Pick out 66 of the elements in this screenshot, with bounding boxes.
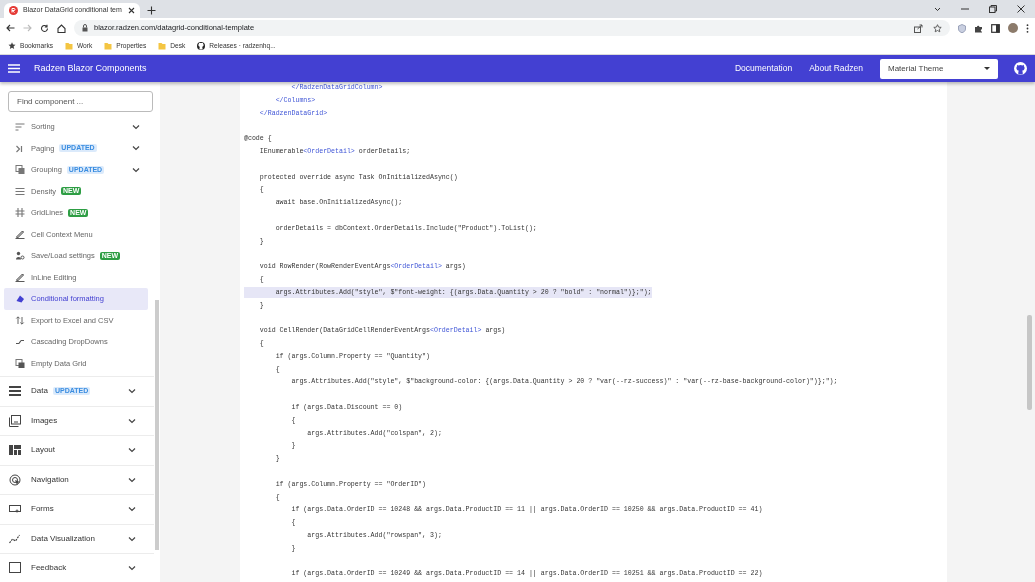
- chevron-down-icon[interactable]: [934, 6, 941, 12]
- form-icon: [9, 503, 21, 516]
- pager-icon: [15, 143, 25, 153]
- puzzle-icon[interactable]: [974, 23, 983, 33]
- github-icon: [197, 42, 206, 50]
- theme-select[interactable]: Material Theme: [880, 58, 998, 79]
- side-panel-icon[interactable]: [991, 23, 1000, 33]
- chevron-down-icon: [128, 388, 136, 395]
- nav-link[interactable]: Documentation: [734, 62, 793, 75]
- swap-icon: [15, 315, 25, 325]
- folder-icon: [158, 42, 167, 50]
- reload-icon[interactable]: [40, 23, 49, 33]
- close-icon[interactable]: [1017, 5, 1025, 13]
- paint-icon: [15, 294, 25, 304]
- pen-icon: [15, 229, 25, 239]
- grid-icon: [15, 208, 25, 218]
- table-icon: [15, 358, 25, 368]
- chevron-down-icon: [128, 417, 136, 424]
- user-settings-icon: [15, 251, 25, 261]
- sidebar-category[interactable]: Feedback: [0, 553, 154, 582]
- github-icon[interactable]: [1014, 62, 1027, 75]
- sort-icon: [15, 122, 25, 132]
- new-tab-icon[interactable]: [147, 6, 156, 15]
- sidebar-category[interactable]: Forms: [0, 494, 154, 524]
- star-icon: [8, 42, 16, 50]
- star-icon[interactable]: [933, 23, 942, 33]
- pen-icon: [15, 272, 25, 282]
- scrollbar-thumb[interactable]: [155, 300, 159, 550]
- chevron-down-icon: [128, 535, 136, 542]
- close-icon[interactable]: [128, 7, 135, 14]
- chevron-down-icon: [128, 447, 136, 454]
- group-icon: [15, 165, 25, 175]
- sidebar-category[interactable]: Images: [0, 405, 154, 435]
- sidebar-category[interactable]: Layout: [0, 435, 154, 465]
- chevron-down-icon: [128, 506, 136, 513]
- square-icon: [9, 562, 21, 575]
- scrollbar-thumb[interactable]: [1027, 315, 1032, 410]
- back-icon[interactable]: [6, 24, 15, 32]
- folder-icon: [65, 42, 73, 50]
- sidebar-category[interactable]: Data Visualization: [0, 523, 154, 553]
- sidebar-category[interactable]: Navigation: [0, 464, 154, 494]
- layout-icon: [9, 444, 21, 457]
- list-icon: [9, 385, 21, 398]
- restore-icon[interactable]: [989, 5, 997, 13]
- search-field[interactable]: Find component ...: [8, 91, 153, 112]
- menu-icon[interactable]: [1026, 23, 1029, 33]
- share-icon[interactable]: [914, 23, 923, 33]
- chevron-down-icon: [132, 166, 140, 173]
- chevron-down-icon: [128, 565, 136, 572]
- chevron-down-icon: [132, 123, 140, 130]
- menu-icon[interactable]: [8, 64, 20, 73]
- images-icon: [9, 414, 21, 427]
- chevron-down-icon: [132, 145, 140, 152]
- nav-link[interactable]: About Radzen: [809, 62, 863, 75]
- caret-icon: [984, 67, 990, 70]
- logo-icon: [9, 6, 18, 15]
- avatar-icon[interactable]: [1008, 23, 1018, 33]
- lines-icon: [15, 186, 25, 196]
- chevron-down-icon: [128, 476, 136, 483]
- line-chart-icon: [9, 532, 21, 545]
- folder-icon: [104, 42, 113, 50]
- lock-icon: [82, 24, 88, 32]
- app-title: Radzen Blazor Components: [34, 61, 147, 75]
- target-icon: [9, 473, 21, 486]
- steps-icon: [15, 337, 25, 347]
- home-icon[interactable]: [57, 23, 66, 33]
